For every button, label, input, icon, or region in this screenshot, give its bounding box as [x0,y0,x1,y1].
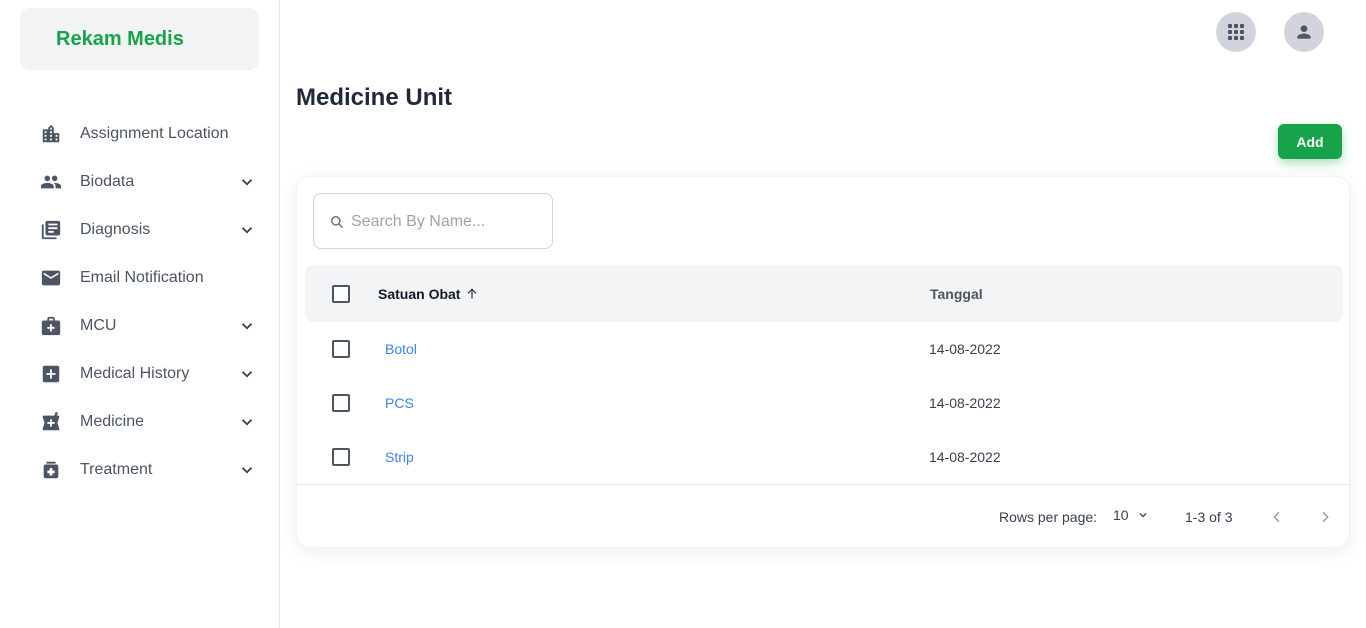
chevron-down-icon[interactable] [238,461,256,479]
apps-button[interactable] [1216,12,1256,52]
column-header-tanggal[interactable]: Tanggal [930,286,983,302]
chevron-down-icon[interactable] [238,413,256,431]
row-date: 14-08-2022 [929,395,1001,411]
medication-icon [43,461,59,479]
next-page-button[interactable] [1315,507,1335,527]
column-header-satuan-obat[interactable]: Satuan Obat [378,286,479,302]
chevron-down-icon [1139,513,1147,518]
sidebar-item-medicine[interactable]: Medicine [0,398,280,446]
sidebar-item-mcu[interactable]: MCU [0,302,280,350]
sidebar-item-medical-history[interactable]: Medical History [0,350,280,398]
sidebar-item-assignment-location[interactable]: Assignment Location [0,110,280,158]
chevron-down-icon[interactable] [238,221,256,239]
sidebar-item-label: MCU [80,317,117,334]
row-checkbox[interactable] [332,394,350,412]
select-all-checkbox[interactable] [332,285,350,303]
sidebar: Rekam Medis Assignment Location Biodata … [0,0,280,628]
add-button[interactable]: Add [1278,124,1342,159]
medical-plus-icon [42,365,60,383]
unit-link[interactable]: PCS [385,395,414,411]
chevron-down-icon[interactable] [238,173,256,191]
arrow-up-icon [467,288,478,299]
table-footer-divider [297,484,1351,485]
table-row: PCS 14-08-2022 [305,376,1343,430]
pagination-range: 1-3 of 3 [1185,509,1233,525]
sidebar-item-label: Assignment Location [80,125,229,142]
medical-bag-icon [41,316,61,336]
column-header-label: Satuan Obat [378,286,461,302]
document-list-icon [41,220,61,240]
mail-icon [41,270,61,286]
table-header: Satuan Obat Tanggal [305,265,1343,322]
sidebar-item-label: Email Notification [80,269,204,286]
building-icon [42,124,60,143]
user-avatar-icon [1297,25,1311,39]
sidebar-item-label: Medical History [80,365,190,382]
chevron-left-icon [1273,511,1280,523]
unit-link[interactable]: Botol [385,341,417,357]
pharmacy-icon [42,411,60,431]
sidebar-item-label: Medicine [80,413,145,430]
row-checkbox[interactable] [332,340,350,358]
user-menu-button[interactable] [1284,12,1324,52]
sidebar-item-label: Diagnosis [80,221,151,238]
sidebar-item-treatment[interactable]: Treatment [0,446,280,494]
previous-page-button[interactable] [1267,507,1287,527]
chevron-right-icon [1322,511,1329,523]
row-date: 14-08-2022 [929,449,1001,465]
rows-per-page-value: 10 [1113,507,1129,523]
search-box[interactable] [313,193,553,249]
chevron-down-icon[interactable] [238,365,256,383]
page-title: Medicine Unit [296,84,453,111]
unit-link[interactable]: Strip [385,449,414,465]
people-icon [40,175,62,189]
chevron-down-icon[interactable] [238,317,256,335]
sidebar-item-email-notification[interactable]: Email Notification [0,254,280,302]
brand-logo[interactable]: Rekam Medis [20,8,259,70]
apps-grid-icon [1228,24,1244,40]
table-row: Strip 14-08-2022 [305,430,1343,484]
rows-per-page-label: Rows per page: [999,509,1098,525]
sidebar-item-label: Treatment [80,461,153,478]
row-date: 14-08-2022 [929,341,1001,357]
table-row: Botol 14-08-2022 [305,322,1343,376]
brand-title: Rekam Medis [56,27,184,50]
sidebar-item-diagnosis[interactable]: Diagnosis [0,206,280,254]
rows-per-page-select[interactable]: 10 [1113,507,1149,523]
search-icon [331,216,343,228]
row-checkbox[interactable] [332,448,350,466]
table-card: Satuan Obat Tanggal Botol 14-08-2022 PCS… [296,176,1351,548]
sidebar-nav: Assignment Location Biodata Diagnosis Em… [0,110,280,494]
sidebar-item-label: Biodata [80,173,135,190]
search-input[interactable] [351,210,541,234]
sidebar-item-biodata[interactable]: Biodata [0,158,280,206]
